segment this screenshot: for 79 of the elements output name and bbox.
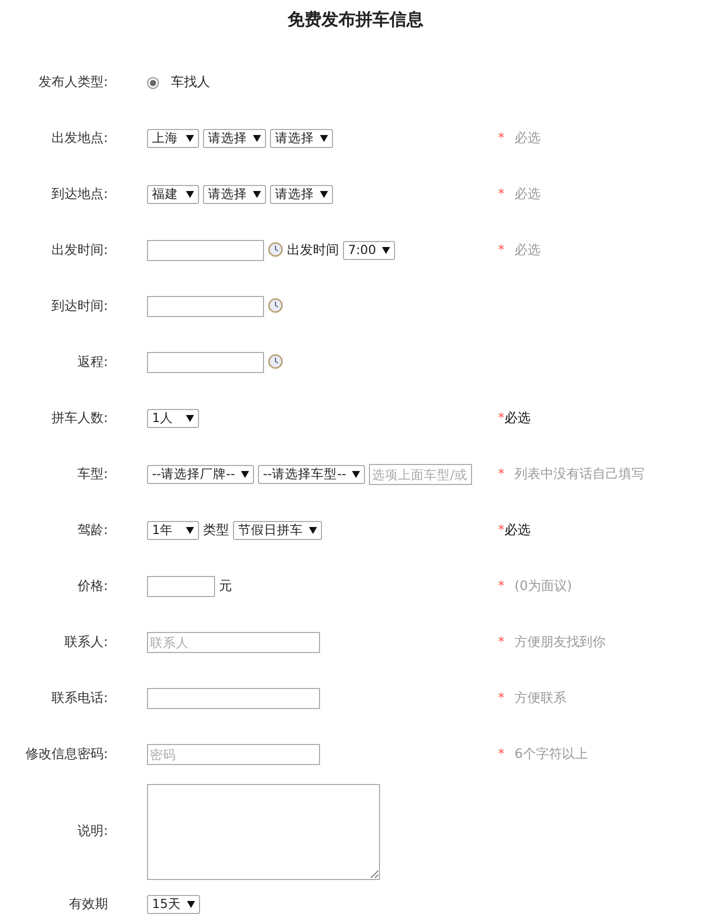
field-hint: 必选 (504, 522, 530, 538)
required-asterisk-label: * (498, 186, 504, 202)
field-hint: 列表中没有话自己填写 (514, 466, 644, 482)
field-label: 出发地点: (50, 130, 108, 148)
caret-icon (253, 135, 261, 142)
field-hint: 方便联系 (514, 690, 566, 706)
field-hint: 必选 (514, 130, 540, 146)
field-label: 联系人: (64, 634, 108, 652)
caret-icon (186, 191, 194, 198)
required-asterisk-label: * (498, 690, 504, 706)
dropdown[interactable]: 请选择 (203, 129, 266, 148)
caret-icon (320, 135, 328, 142)
dropdown[interactable]: 上海 (147, 129, 199, 148)
dropdown[interactable]: 节假日拼车 (233, 521, 322, 540)
caret-icon (352, 471, 360, 478)
field-label: 出发时间: (50, 242, 108, 260)
input-field[interactable] (147, 352, 264, 373)
caret-icon (253, 191, 261, 198)
field-text: 元 (219, 578, 232, 596)
field-hint: (0为面议) (514, 578, 572, 594)
radio-button[interactable] (147, 76, 159, 88)
caret-icon (382, 247, 390, 254)
field-hint: 6个字符以上 (514, 746, 588, 762)
input-field[interactable] (147, 296, 264, 317)
dropdown[interactable]: 福建 (147, 185, 199, 204)
clock-icon[interactable] (268, 242, 283, 257)
field-label: 拼车人数: (50, 410, 108, 428)
caret-icon (320, 191, 328, 198)
dropdown[interactable]: 请选择 (203, 185, 266, 204)
caret-icon (186, 900, 195, 908)
field-hint: 必选 (514, 186, 540, 202)
required-asterisk-label: * (498, 578, 504, 594)
field-label: 有效期 (68, 896, 108, 914)
field-label: 修改信息密码: (24, 746, 108, 764)
required-asterisk-label: * (498, 634, 504, 650)
caret-icon (241, 471, 250, 478)
dropdown[interactable]: --请选择车型-- (258, 465, 366, 484)
field-label: 到达时间: (50, 298, 108, 316)
field-label: 说明: (76, 822, 108, 841)
dropdown[interactable]: 请选择 (270, 185, 333, 204)
field-label: 价格: (76, 578, 108, 596)
required-asterisk-label: * (498, 410, 504, 426)
caret-icon (186, 135, 194, 142)
dropdown[interactable]: 请选择 (270, 129, 333, 148)
dropdown[interactable]: --请选择厂牌-- (147, 465, 254, 484)
field-label: 驾龄: (76, 522, 108, 540)
input-field[interactable]: 联系人 (147, 632, 320, 653)
dropdown[interactable]: 1年 (147, 521, 199, 540)
clock-icon[interactable] (268, 298, 283, 313)
dropdown[interactable]: 1人 (147, 409, 199, 428)
input-field[interactable]: 选项上面车型/或 (369, 464, 472, 485)
required-asterisk-label: * (498, 242, 504, 258)
input-field[interactable]: 密码 (147, 744, 320, 765)
caret-icon (309, 527, 317, 534)
field-text: 出发时间 (287, 242, 339, 260)
field-text: 类型 (203, 522, 229, 540)
caret-icon (186, 415, 194, 422)
dropdown[interactable]: 7:00 (343, 241, 396, 260)
clock-icon[interactable] (268, 354, 283, 369)
field-label: 发布人类型: (38, 74, 108, 92)
page-title: 免费发布拼车信息 (286, 9, 424, 32)
field-label: 联系电话: (50, 690, 108, 708)
required-asterisk-label: * (498, 130, 504, 146)
input-field[interactable] (147, 688, 320, 709)
dropdown[interactable]: 15天 (147, 894, 200, 914)
field-label: 车型: (76, 466, 108, 484)
field-hint: 必选 (504, 410, 530, 426)
field-hint: 必选 (514, 242, 540, 258)
field-label: 到达地点: (50, 186, 108, 204)
required-asterisk-label: * (498, 522, 504, 538)
field-hint: 方便朋友找到你 (514, 634, 606, 650)
required-asterisk-label: * (498, 746, 504, 762)
description-field[interactable] (147, 784, 380, 880)
required-asterisk-label: * (498, 466, 504, 482)
input-field[interactable] (147, 240, 264, 261)
field-label: 返程: (76, 354, 108, 372)
caret-icon (186, 527, 194, 534)
radio-label[interactable]: 车找人 (171, 72, 210, 92)
input-field[interactable] (147, 576, 215, 597)
